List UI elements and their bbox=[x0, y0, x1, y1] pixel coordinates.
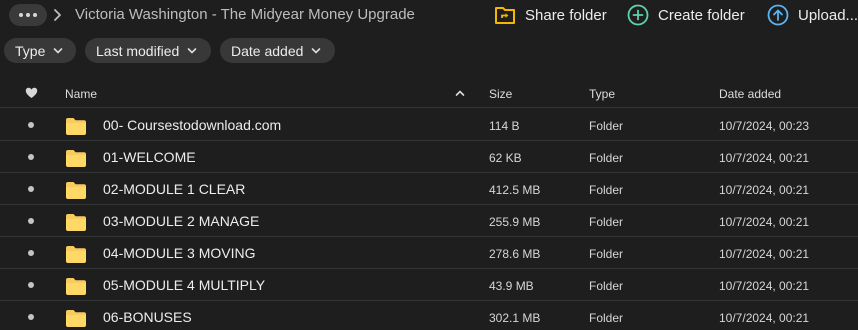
table-row[interactable]: 00- Coursestodownload.com 114 B Folder 10/7… bbox=[0, 109, 858, 141]
folder-icon bbox=[65, 245, 87, 268]
table-row[interactable]: 04-MODULE 3 MOVING 278.6 MB Folder 10/7/202… bbox=[0, 237, 858, 269]
heart-icon[interactable] bbox=[25, 87, 38, 99]
file-type: Folder bbox=[589, 151, 624, 165]
share-folder-label: Share folder bbox=[525, 6, 607, 24]
filter-date-added[interactable]: Date added bbox=[220, 38, 335, 63]
favorite-dot[interactable] bbox=[28, 250, 34, 256]
upload-button[interactable]: Upload... bbox=[767, 4, 858, 26]
favorite-dot[interactable] bbox=[28, 314, 34, 320]
share-folder-button[interactable]: Share folder bbox=[494, 4, 607, 26]
filter-type-label: Type bbox=[15, 42, 46, 59]
file-type: Folder bbox=[589, 247, 624, 261]
folder-icon bbox=[65, 309, 87, 330]
folder-icon bbox=[65, 117, 87, 140]
more-options-button[interactable] bbox=[9, 4, 47, 26]
table-header: Name Size Type Date added bbox=[0, 79, 858, 108]
file-name[interactable]: 05-MODULE 4 MULTIPLY bbox=[103, 277, 265, 293]
table-row[interactable]: 05-MODULE 4 MULTIPLY 43.9 MB Folder 10/7/20… bbox=[0, 269, 858, 301]
file-name[interactable]: 02-MODULE 1 CLEAR bbox=[103, 181, 245, 197]
filter-type[interactable]: Type bbox=[4, 38, 76, 63]
file-date-added: 10/7/2024, 00:21 bbox=[719, 151, 810, 165]
favorite-dot[interactable] bbox=[28, 218, 34, 224]
plus-circle-icon bbox=[627, 4, 649, 26]
upload-label: Upload... bbox=[798, 6, 858, 24]
column-date-added[interactable]: Date added bbox=[719, 87, 781, 101]
column-name[interactable]: Name bbox=[65, 87, 97, 101]
chevron-down-icon bbox=[54, 47, 63, 54]
file-type: Folder bbox=[589, 279, 624, 293]
table-row[interactable]: 02-MODULE 1 CLEAR 412.5 MB Folder 10/7/2024… bbox=[0, 173, 858, 205]
folder-icon bbox=[65, 181, 87, 204]
file-size: 302.1 MB bbox=[489, 311, 541, 325]
file-name[interactable]: 04-MODULE 3 MOVING bbox=[103, 245, 255, 261]
column-type[interactable]: Type bbox=[589, 87, 615, 101]
file-type: Folder bbox=[589, 183, 624, 197]
file-size: 255.9 MB bbox=[489, 215, 541, 229]
file-date-added: 10/7/2024, 00:23 bbox=[719, 119, 810, 133]
more-horizontal-icon bbox=[19, 13, 23, 17]
file-date-added: 10/7/2024, 00:21 bbox=[719, 183, 810, 197]
file-date-added: 10/7/2024, 00:21 bbox=[719, 215, 810, 229]
file-date-added: 10/7/2024, 00:21 bbox=[719, 311, 810, 325]
folder-icon bbox=[65, 213, 87, 236]
breadcrumb-title[interactable]: Victoria Washington - The Midyear Money … bbox=[75, 6, 415, 23]
file-type: Folder bbox=[589, 215, 624, 229]
file-size: 278.6 MB bbox=[489, 247, 541, 261]
file-date-added: 10/7/2024, 00:21 bbox=[719, 279, 810, 293]
favorite-dot[interactable] bbox=[28, 282, 34, 288]
create-folder-label: Create folder bbox=[658, 6, 745, 24]
table-row[interactable]: 06-BONUSES 302.1 MB Folder 10/7/2024, 00:21 bbox=[0, 301, 858, 330]
favorite-dot[interactable] bbox=[28, 186, 34, 192]
chevron-down-icon bbox=[312, 47, 321, 54]
upload-arrow-icon bbox=[767, 4, 789, 26]
file-date-added: 10/7/2024, 00:21 bbox=[719, 247, 810, 261]
share-folder-icon bbox=[495, 7, 515, 24]
table-row[interactable]: 03-MODULE 2 MANAGE 255.9 MB Folder 10/7/202… bbox=[0, 205, 858, 237]
file-name[interactable]: 06-BONUSES bbox=[103, 309, 192, 325]
file-size: 43.9 MB bbox=[489, 279, 534, 293]
favorite-dot[interactable] bbox=[28, 154, 34, 160]
folder-icon bbox=[65, 149, 87, 172]
create-folder-button[interactable]: Create folder bbox=[627, 4, 745, 26]
file-size: 62 KB bbox=[489, 151, 522, 165]
chevron-down-icon bbox=[187, 47, 197, 54]
chevron-right-icon bbox=[54, 9, 61, 21]
table-row[interactable]: 01-WELCOME 62 KB Folder 10/7/2024, 00:21 bbox=[0, 141, 858, 173]
file-size: 412.5 MB bbox=[489, 183, 541, 197]
chevron-up-icon[interactable] bbox=[455, 89, 465, 97]
filter-date-added-label: Date added bbox=[231, 42, 304, 59]
column-size[interactable]: Size bbox=[489, 87, 512, 101]
favorite-dot[interactable] bbox=[28, 122, 34, 128]
file-name[interactable]: 01-WELCOME bbox=[103, 149, 196, 165]
file-type: Folder bbox=[589, 311, 624, 325]
file-type: Folder bbox=[589, 119, 624, 133]
top-bar: Victoria Washington - The Midyear Money … bbox=[0, 0, 858, 30]
filter-last-modified-label: Last modified bbox=[96, 42, 180, 59]
folder-icon bbox=[65, 277, 87, 300]
file-size: 114 B bbox=[489, 119, 520, 133]
file-name[interactable]: 03-MODULE 2 MANAGE bbox=[103, 213, 259, 229]
file-name[interactable]: 00- Coursestodownload.com bbox=[103, 117, 281, 133]
filter-last-modified[interactable]: Last modified bbox=[85, 38, 211, 63]
